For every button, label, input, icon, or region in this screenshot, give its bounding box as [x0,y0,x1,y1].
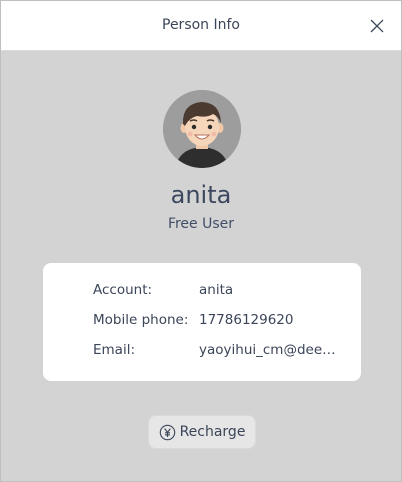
account-info-card: Account: anita Mobile phone: 17786129620… [43,263,361,381]
avatar-image [163,90,241,168]
account-label: Account: [93,282,153,298]
close-button[interactable] [363,12,391,40]
mobile-label: Mobile phone: [93,312,189,328]
info-row-email: Email: yaoyihui_cm@deep... [43,342,361,362]
titlebar: Person Info [1,1,401,51]
avatar [163,90,241,168]
dialog-title: Person Info [162,17,240,33]
account-value: anita [199,282,234,298]
recharge-button[interactable]: Recharge [148,415,256,449]
mobile-value: 17786129620 [199,312,294,328]
close-icon [370,19,384,33]
yuan-coin-icon [159,424,176,441]
email-label: Email: [93,342,136,358]
recharge-label: Recharge [179,424,246,440]
username: anita [170,181,232,209]
person-info-dialog: Person Info anita Free User Account: ani… [0,0,402,482]
info-row-mobile: Mobile phone: 17786129620 [43,312,361,332]
email-value: yaoyihui_cm@deep... [199,342,341,358]
user-type: Free User [167,216,235,232]
info-row-account: Account: anita [43,282,361,302]
